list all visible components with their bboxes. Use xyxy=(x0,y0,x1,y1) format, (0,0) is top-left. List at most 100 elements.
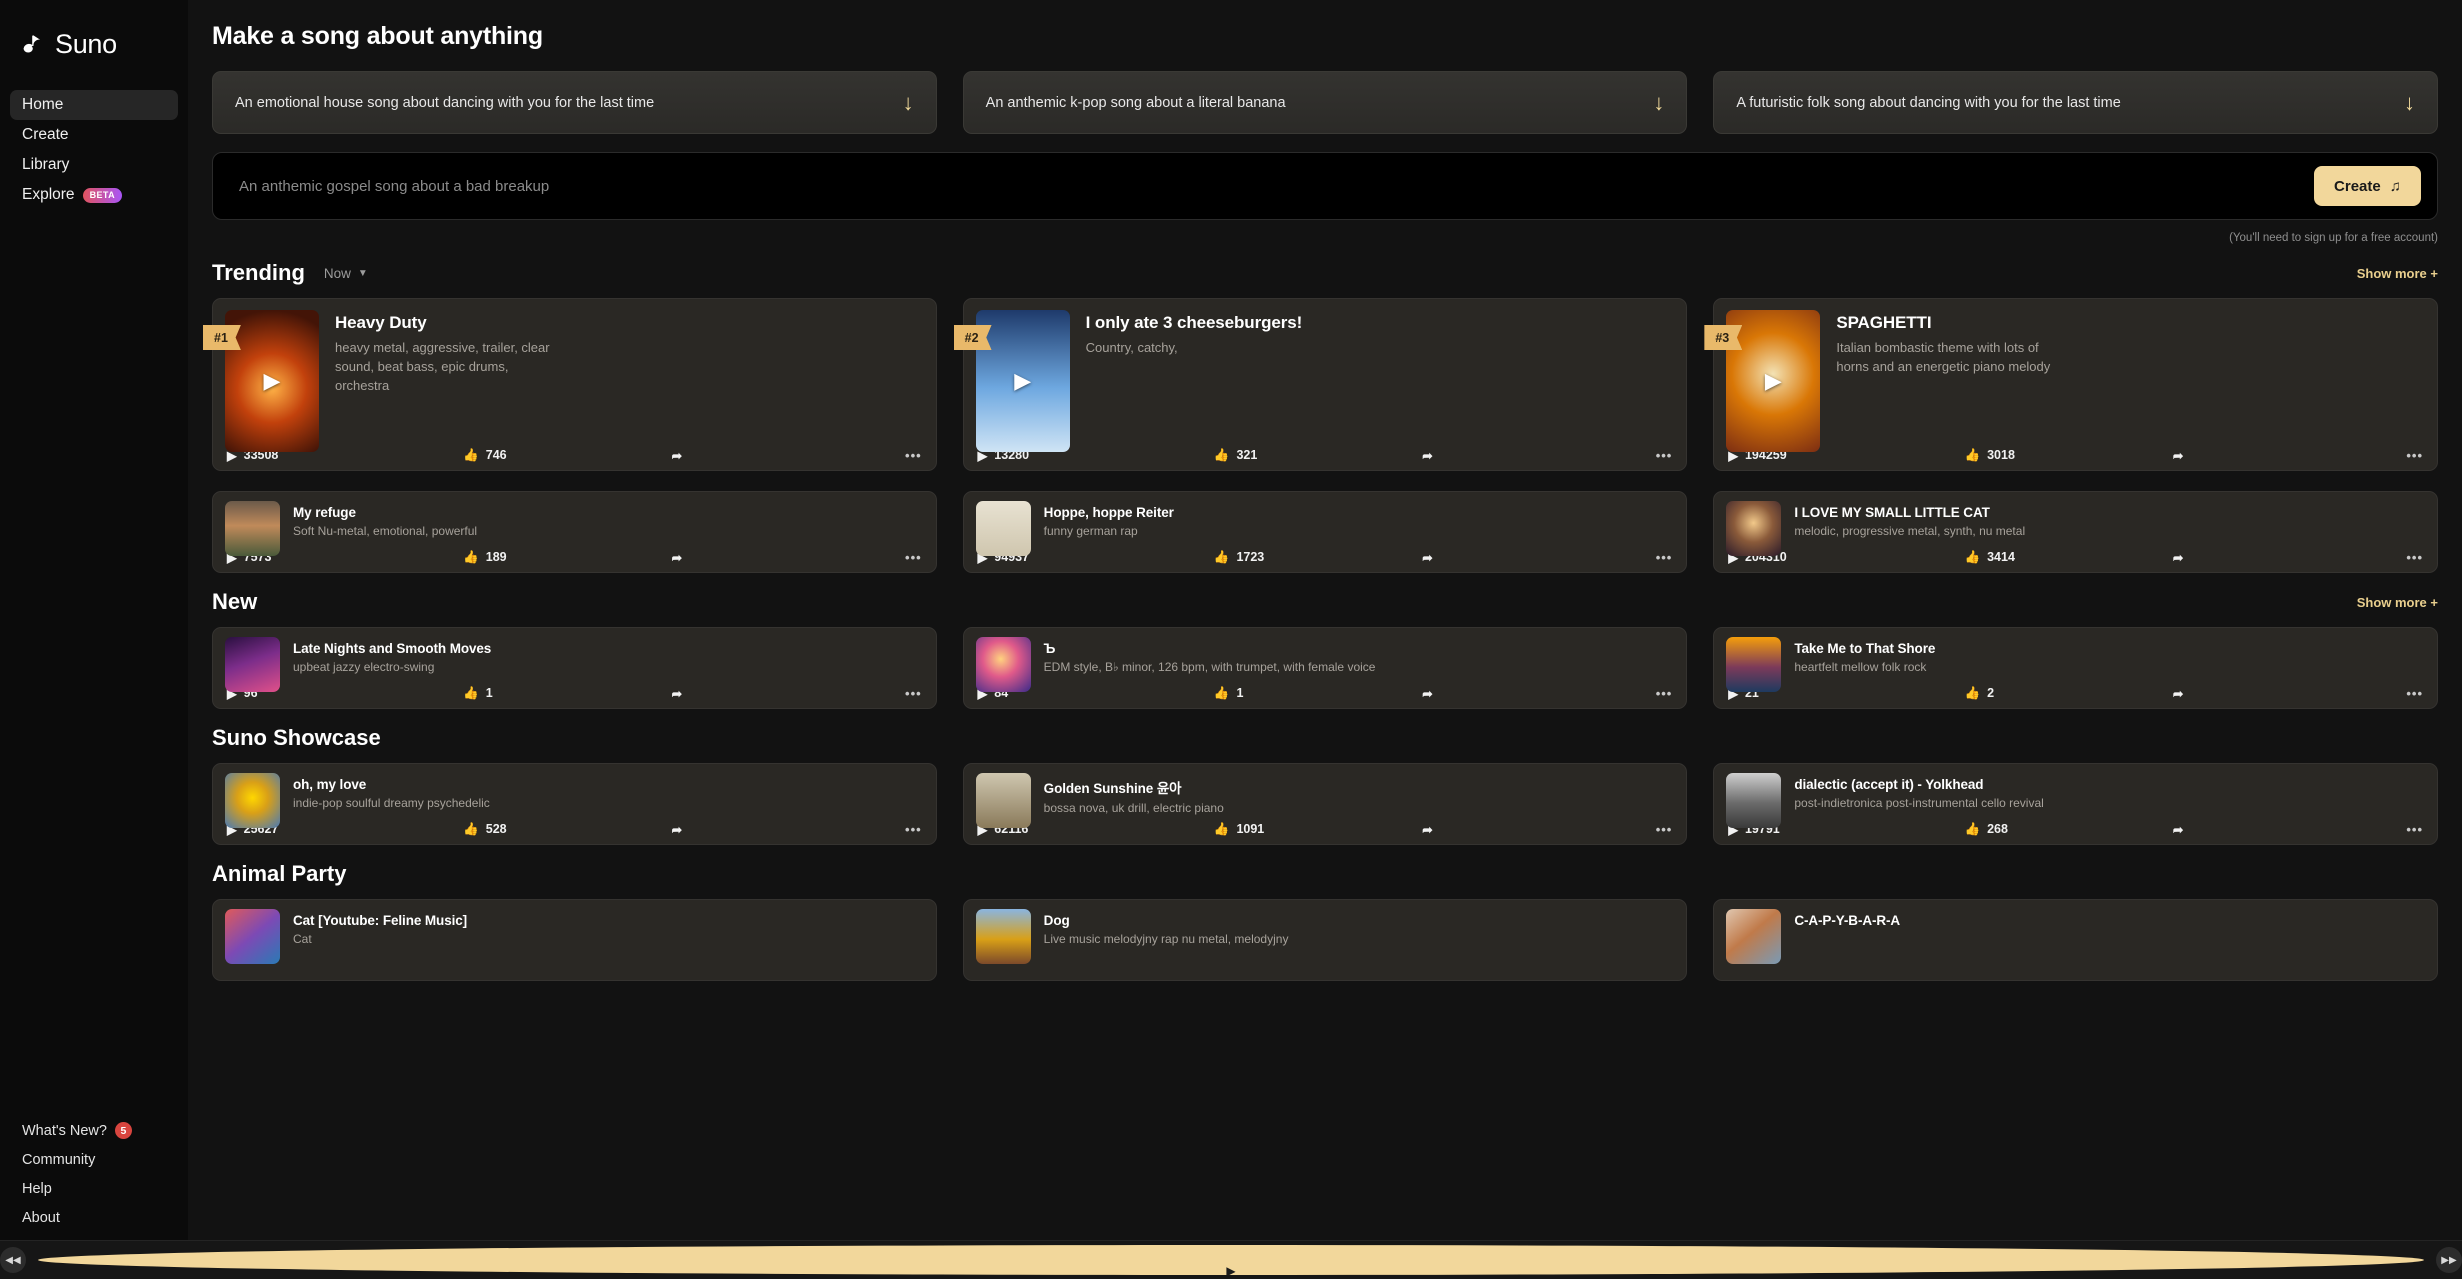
sidebar-item-help[interactable]: Help xyxy=(10,1174,178,1203)
like-count[interactable]: 👍 268 xyxy=(1965,822,2173,837)
sidebar-item-home[interactable]: Home xyxy=(10,90,178,120)
song-card[interactable]: #3 ▶ SPAGHETTI Italian bombastic theme w… xyxy=(1704,298,2439,471)
suggestion-card-2[interactable]: An anthemic k-pop song about a literal b… xyxy=(962,71,1688,134)
song-card[interactable]: Golden Sunshine 윤아 bossa nova, uk drill,… xyxy=(962,763,1688,845)
more-options-button[interactable]: ••• xyxy=(2406,822,2423,837)
prompt-bar[interactable]: Create ♫ xyxy=(212,152,2438,220)
sidebar-item-create[interactable]: Create xyxy=(10,120,178,150)
album-art[interactable] xyxy=(225,637,280,692)
song-card[interactable]: Ъ EDM style, B♭ minor, 126 bpm, with tru… xyxy=(962,627,1688,709)
like-count[interactable]: 👍 189 xyxy=(463,550,671,565)
share-button[interactable]: ➦ xyxy=(2173,448,2326,463)
like-count[interactable]: 👍 3414 xyxy=(1965,550,2173,565)
more-options-button[interactable]: ••• xyxy=(905,550,922,565)
suggestion-card-1[interactable]: An emotional house song about dancing wi… xyxy=(212,71,937,134)
brand-name: Suno xyxy=(55,28,117,59)
more-options-button[interactable]: ••• xyxy=(905,448,922,463)
album-art[interactable]: ▶ xyxy=(1726,310,1821,452)
share-button[interactable]: ➦ xyxy=(2173,822,2326,837)
share-button[interactable]: ➦ xyxy=(2173,686,2326,701)
sidebar-item-library[interactable]: Library xyxy=(10,150,178,180)
show-more-new[interactable]: Show more + xyxy=(2357,595,2438,610)
share-button[interactable]: ➦ xyxy=(672,550,825,565)
like-count-value: 1091 xyxy=(1236,822,1265,836)
share-button[interactable]: ➦ xyxy=(672,686,825,701)
thumbs-up-icon: 👍 xyxy=(1964,447,1981,462)
more-options-button[interactable]: ••• xyxy=(1656,822,1673,837)
more-options-button[interactable]: ••• xyxy=(905,822,922,837)
like-count[interactable]: 👍 1091 xyxy=(1214,822,1422,837)
album-art[interactable]: ▶ xyxy=(225,310,319,452)
like-count[interactable]: 👍 3018 xyxy=(1965,448,2173,463)
song-card[interactable]: Dog Live music melodyjny rap nu metal, m… xyxy=(962,899,1688,981)
sidebar-item-community[interactable]: Community xyxy=(10,1145,178,1174)
share-button[interactable]: ➦ xyxy=(1422,686,1575,701)
more-options-button[interactable]: ••• xyxy=(905,686,922,701)
album-art[interactable] xyxy=(225,501,280,556)
play-pause-button[interactable]: ▶ xyxy=(38,1245,2424,1275)
song-card[interactable]: Hoppe, hoppe Reiter funny german rap ▶ 9… xyxy=(962,491,1688,573)
more-options-button[interactable]: ••• xyxy=(2406,448,2423,463)
like-count[interactable]: 👍 528 xyxy=(463,822,671,837)
album-art[interactable] xyxy=(1726,773,1782,828)
share-button[interactable]: ➦ xyxy=(2173,550,2326,565)
brand-logo[interactable]: Suno xyxy=(0,22,188,66)
sidebar-item-whats-new[interactable]: What's New? 5 xyxy=(10,1116,178,1145)
like-count[interactable]: 👍 1 xyxy=(1214,686,1422,701)
arrow-down-icon[interactable]: ↓ xyxy=(1653,91,1664,114)
create-button[interactable]: Create ♫ xyxy=(2314,166,2421,206)
song-card[interactable]: oh, my love indie-pop soulful dreamy psy… xyxy=(212,763,937,845)
share-button[interactable]: ➦ xyxy=(1422,550,1575,565)
like-count[interactable]: 👍 1723 xyxy=(1214,550,1422,565)
show-more-trending[interactable]: Show more + xyxy=(2357,266,2438,281)
like-count[interactable]: 👍 1 xyxy=(463,686,671,701)
like-count[interactable]: 👍 321 xyxy=(1214,448,1422,463)
sidebar-item-explore[interactable]: Explore BETA xyxy=(10,180,178,210)
arrow-down-icon[interactable]: ↓ xyxy=(903,91,914,114)
album-art[interactable] xyxy=(975,909,1031,964)
album-art[interactable] xyxy=(225,773,280,828)
album-art[interactable] xyxy=(1726,909,1782,964)
play-icon[interactable]: ▶ xyxy=(225,310,319,452)
arrow-down-icon[interactable]: ↓ xyxy=(2404,91,2415,114)
trending-timeframe-select[interactable]: Now ▼ xyxy=(324,266,368,281)
album-art[interactable] xyxy=(225,909,280,964)
album-art[interactable] xyxy=(1726,501,1782,556)
song-card[interactable]: #2 ▶ I only ate 3 cheeseburgers! Country… xyxy=(953,298,1688,471)
share-button[interactable]: ➦ xyxy=(1422,448,1575,463)
suggestion-text: An anthemic k-pop song about a literal b… xyxy=(985,94,1286,111)
share-button[interactable]: ➦ xyxy=(672,448,825,463)
more-options-button[interactable]: ••• xyxy=(2406,550,2423,565)
song-card[interactable]: Cat [Youtube: Feline Music] Cat xyxy=(212,899,937,981)
signup-hint: (You'll need to sign up for a free accou… xyxy=(2229,232,2438,244)
more-options-button[interactable]: ••• xyxy=(1656,686,1673,701)
share-button[interactable]: ➦ xyxy=(1422,822,1575,837)
thumbs-up-icon: 👍 xyxy=(1964,685,1981,700)
album-art[interactable] xyxy=(1726,637,1782,692)
song-card[interactable]: Late Nights and Smooth Moves upbeat jazz… xyxy=(212,627,937,709)
album-art[interactable]: ▶ xyxy=(975,310,1070,452)
song-card[interactable]: Take Me to That Shore heartfelt mellow f… xyxy=(1713,627,2439,709)
like-count[interactable]: 👍 746 xyxy=(463,448,671,463)
album-art[interactable] xyxy=(975,501,1031,556)
album-art[interactable] xyxy=(975,637,1031,692)
suggestion-card-3[interactable]: A futuristic folk song about dancing wit… xyxy=(1713,71,2439,134)
song-card[interactable]: dialectic (accept it) - Yolkhead post-in… xyxy=(1713,763,2439,845)
more-options-button[interactable]: ••• xyxy=(1656,448,1673,463)
song-card[interactable]: I LOVE MY SMALL LITTLE CAT melodic, prog… xyxy=(1713,491,2439,573)
album-art[interactable] xyxy=(975,773,1031,828)
more-options-button[interactable]: ••• xyxy=(1656,550,1673,565)
song-card[interactable]: C-A-P-Y-B-A-R-A xyxy=(1713,899,2439,981)
sidebar-item-about[interactable]: About xyxy=(10,1203,178,1232)
next-track-button[interactable]: ▶▶ xyxy=(2436,1247,2462,1273)
play-icon[interactable]: ▶ xyxy=(1726,310,1820,452)
song-card[interactable]: #1 ▶ Heavy Duty heavy metal, aggressive,… xyxy=(203,298,937,471)
previous-track-button[interactable]: ◀◀ xyxy=(0,1247,26,1273)
play-icon[interactable]: ▶ xyxy=(976,310,1070,452)
share-button[interactable]: ➦ xyxy=(672,822,825,837)
song-card[interactable]: My refuge Soft Nu-metal, emotional, powe… xyxy=(212,491,937,573)
like-count[interactable]: 👍 2 xyxy=(1965,686,2173,701)
song-prompt-input[interactable] xyxy=(239,177,2315,195)
share-icon: ➦ xyxy=(671,448,683,463)
more-options-button[interactable]: ••• xyxy=(2406,686,2423,701)
